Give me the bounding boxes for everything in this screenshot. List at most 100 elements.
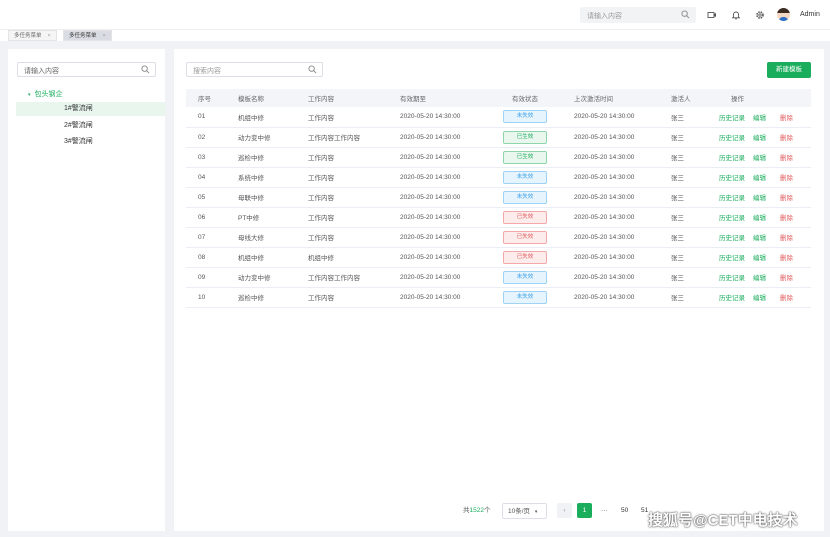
cell-no: 01: [186, 107, 226, 128]
cell-actions: 历史记录 编辑 删除: [707, 287, 811, 308]
table-header-row: 序号 模板名称 工作内容 有效期至 有效状态 上次激活时间 激活人 操作: [186, 89, 811, 107]
tree-node-2[interactable]: 2#警流闸: [16, 119, 165, 133]
video-icon[interactable]: [707, 10, 717, 20]
delete-link[interactable]: 删除: [780, 155, 793, 162]
delete-link[interactable]: 删除: [780, 255, 793, 262]
history-link[interactable]: 历史记录: [719, 155, 745, 162]
bell-icon[interactable]: [731, 10, 741, 20]
cell-status: 未失效: [488, 187, 562, 208]
column-header: 有效状态: [488, 89, 562, 107]
cell-status: 已生效: [488, 147, 562, 168]
cell-expire: 2020-05-20 14:30:00: [388, 267, 488, 288]
tree-search-input[interactable]: 请输入内容: [17, 62, 156, 77]
column-header: 上次激活时间: [562, 89, 659, 107]
edit-link[interactable]: 编辑: [753, 115, 766, 122]
tree-root-node[interactable]: ▾ 包头钢企: [28, 89, 63, 99]
history-link[interactable]: 历史记录: [719, 195, 745, 202]
tree-node-1[interactable]: 1#警流闸: [16, 102, 165, 116]
search-icon[interactable]: [141, 65, 150, 76]
user-name[interactable]: Admin: [800, 11, 820, 18]
cell-actions: 历史记录 编辑 删除: [707, 127, 811, 148]
cell-name: 动力变中修: [226, 267, 296, 288]
avatar[interactable]: [777, 8, 790, 21]
cell-status: 未失效: [488, 267, 562, 288]
search-icon[interactable]: [308, 65, 317, 76]
tab-label: 多任务菜单: [69, 33, 97, 39]
status-badge: 未失效: [503, 110, 547, 124]
template-search-placeholder: 搜索内容: [193, 68, 221, 75]
tab-label: 多任务菜单: [14, 33, 42, 39]
delete-link[interactable]: 删除: [780, 275, 793, 282]
gear-icon[interactable]: [755, 10, 765, 20]
status-badge: 未失效: [503, 190, 547, 204]
search-icon[interactable]: [681, 10, 690, 21]
prev-page-button[interactable]: ‹: [557, 503, 572, 518]
delete-link[interactable]: 删除: [780, 235, 793, 242]
edit-link[interactable]: 编辑: [753, 155, 766, 162]
delete-link[interactable]: 删除: [780, 115, 793, 122]
cell-content: 工作内容: [296, 287, 388, 308]
close-icon[interactable]: ×: [103, 33, 106, 39]
edit-link[interactable]: 编辑: [753, 235, 766, 242]
edit-link[interactable]: 编辑: [753, 195, 766, 202]
close-icon[interactable]: ×: [48, 33, 51, 39]
delete-link[interactable]: 删除: [780, 195, 793, 202]
table-row[interactable]: 08 机组中修 机组中修 2020-05-20 14:30:00 已失效 2020-05-…: [186, 247, 811, 268]
history-link[interactable]: 历史记录: [719, 235, 745, 242]
page-size-select[interactable]: 10条/页 ▾: [502, 503, 547, 519]
cell-content: 工作内容工作内容: [296, 127, 388, 148]
table-row[interactable]: 09 动力变中修 工作内容工作内容 2020-05-20 14:30:00 未失效 202…: [186, 267, 811, 288]
delete-link[interactable]: 删除: [780, 135, 793, 142]
history-link[interactable]: 历史记录: [719, 175, 745, 182]
tab-multitask-2[interactable]: 多任务菜单 ×: [63, 30, 112, 41]
history-link[interactable]: 历史记录: [719, 135, 745, 142]
cell-name: 母联中修: [226, 187, 296, 208]
cell-content: 工作内容工作内容: [296, 267, 388, 288]
edit-link[interactable]: 编辑: [753, 175, 766, 182]
history-link[interactable]: 历史记录: [719, 255, 745, 262]
cell-content: 工作内容: [296, 227, 388, 248]
history-link[interactable]: 历史记录: [719, 295, 745, 302]
cell-name: 巡检中修: [226, 287, 296, 308]
main-panel: 搜索内容 新建模板 序号 模板名称 工作内容 有效期至 有效状态 上次激活时间 …: [174, 49, 824, 531]
page-50-button[interactable]: 50: [621, 503, 628, 519]
table-row[interactable]: 06 PT中修 工作内容 2020-05-20 14:30:00 已失效 2020-05-…: [186, 207, 811, 228]
template-table: 序号 模板名称 工作内容 有效期至 有效状态 上次激活时间 激活人 操作 01 机…: [186, 89, 811, 308]
column-header: 序号: [186, 89, 226, 107]
table-row[interactable]: 01 机组中修 工作内容 2020-05-20 14:30:00 未失效 2020-05-…: [186, 107, 811, 128]
cell-last-activated: 2020-05-20 14:30:00: [562, 167, 659, 188]
delete-link[interactable]: 删除: [780, 295, 793, 302]
history-link[interactable]: 历史记录: [719, 215, 745, 222]
delete-link[interactable]: 删除: [780, 215, 793, 222]
cell-content: 工作内容: [296, 207, 388, 228]
table-row[interactable]: 04 系统中修 工作内容 2020-05-20 14:30:00 未失效 2020-05-…: [186, 167, 811, 188]
cell-no: 09: [186, 267, 226, 288]
page-1-button[interactable]: 1: [577, 503, 592, 518]
table-row[interactable]: 07 母线大修 工作内容 2020-05-20 14:30:00 已失效 2020-05-…: [186, 227, 811, 248]
edit-link[interactable]: 编辑: [753, 275, 766, 282]
cell-status: 未失效: [488, 167, 562, 188]
table-row[interactable]: 05 母联中修 工作内容 2020-05-20 14:30:00 未失效 2020-05-…: [186, 187, 811, 208]
table-row[interactable]: 10 巡检中修 工作内容 2020-05-20 14:30:00 未失效 2020-05-…: [186, 287, 811, 308]
delete-link[interactable]: 删除: [780, 175, 793, 182]
cell-last-activated: 2020-05-20 14:30:00: [562, 127, 659, 148]
tab-multitask-1[interactable]: 多任务菜单 ×: [8, 30, 57, 41]
cell-actions: 历史记录 编辑 删除: [707, 227, 811, 248]
status-badge: 已失效: [503, 210, 547, 224]
tree-search-placeholder: 请输入内容: [24, 68, 59, 75]
caret-down-icon[interactable]: ▾: [28, 92, 31, 98]
edit-link[interactable]: 编辑: [753, 215, 766, 222]
pagination-ellipsis[interactable]: ···: [601, 503, 608, 519]
new-template-button[interactable]: 新建模板: [767, 62, 811, 78]
template-search-input[interactable]: 搜索内容: [186, 62, 323, 77]
edit-link[interactable]: 编辑: [753, 255, 766, 262]
tree-node-3[interactable]: 3#警流闸: [16, 135, 165, 149]
history-link[interactable]: 历史记录: [719, 275, 745, 282]
table-row[interactable]: 02 动力变中修 工作内容工作内容 2020-05-20 14:30:00 已生效 202…: [186, 127, 811, 148]
cell-last-activated: 2020-05-20 14:30:00: [562, 267, 659, 288]
edit-link[interactable]: 编辑: [753, 295, 766, 302]
table-row[interactable]: 03 巡检中修 工作内容 2020-05-20 14:30:00 已生效 2020-05-…: [186, 147, 811, 168]
global-search-input[interactable]: 请输入内容: [580, 7, 696, 23]
edit-link[interactable]: 编辑: [753, 135, 766, 142]
history-link[interactable]: 历史记录: [719, 115, 745, 122]
